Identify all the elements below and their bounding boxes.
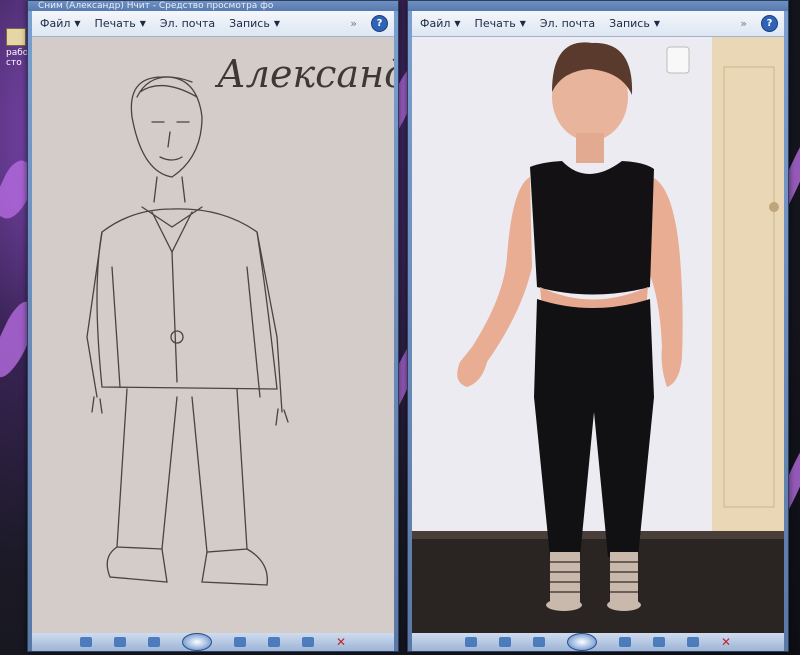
slideshow-icon[interactable]	[566, 633, 597, 651]
previous-icon[interactable]	[532, 637, 545, 647]
close-icon[interactable]: ✕	[721, 635, 731, 649]
menu-file-label: Файл	[40, 17, 71, 30]
menu-burn[interactable]: Запись ▼	[609, 17, 660, 30]
chevron-more-icon[interactable]: »	[350, 17, 357, 30]
rotate-left-icon[interactable]	[652, 637, 665, 647]
menu-file[interactable]: Файл ▼	[40, 17, 81, 30]
desktop-icon-label: рабо сто	[6, 48, 29, 68]
menu-bar: Файл ▼ Печать ▼ Эл. почта Запись ▼ » ?	[412, 11, 784, 37]
rotate-left-icon[interactable]	[267, 637, 280, 647]
chevron-more-icon[interactable]: »	[740, 17, 747, 30]
help-icon[interactable]: ?	[371, 15, 388, 32]
dropdown-caret-icon: ▼	[653, 19, 660, 28]
pencil-drawing-image: Александ	[32, 37, 394, 633]
dropdown-caret-icon: ▼	[74, 19, 81, 28]
menu-print[interactable]: Печать ▼	[95, 17, 146, 30]
next-icon[interactable]	[233, 637, 246, 647]
menu-print-label: Печать	[94, 17, 136, 30]
window-title: Сним (Александр) Нчит - Средство просмот…	[28, 1, 398, 11]
fit-window-icon[interactable]	[498, 637, 511, 647]
menu-bar: Файл ▼ Печать ▼ Эл. почта Запись ▼ » ?	[32, 11, 394, 37]
zoom-icon[interactable]	[464, 637, 477, 647]
viewer-toolbar: ✕	[32, 633, 394, 651]
menu-email-label: Эл. почта	[159, 17, 216, 30]
fit-window-icon[interactable]	[113, 637, 126, 647]
menu-file[interactable]: Файл ▼	[420, 17, 461, 30]
photo-viewer-window-right: Файл ▼ Печать ▼ Эл. почта Запись ▼ » ? ✕	[407, 0, 789, 652]
photo-woman-image	[412, 37, 784, 633]
menu-email[interactable]: Эл. почта	[160, 17, 215, 30]
previous-icon[interactable]	[147, 637, 160, 647]
slideshow-icon[interactable]	[181, 633, 212, 651]
drawing-signature: Александ	[214, 52, 394, 96]
image-viewport	[412, 37, 784, 633]
dropdown-caret-icon: ▼	[139, 19, 146, 28]
menu-email-label: Эл. почта	[539, 17, 596, 30]
folder-icon	[6, 28, 26, 46]
menu-burn-label: Запись	[229, 17, 270, 30]
next-icon[interactable]	[618, 637, 631, 647]
menu-file-label: Файл	[420, 17, 451, 30]
photo-viewer-window-left: Сним (Александр) Нчит - Средство просмот…	[27, 0, 399, 652]
menu-email[interactable]: Эл. почта	[540, 17, 595, 30]
window-title-bar	[408, 1, 788, 11]
dropdown-caret-icon: ▼	[519, 19, 526, 28]
menu-burn-label: Запись	[609, 17, 650, 30]
menu-burn[interactable]: Запись ▼	[229, 17, 280, 30]
dropdown-caret-icon: ▼	[454, 19, 461, 28]
help-icon[interactable]: ?	[761, 15, 778, 32]
dropdown-caret-icon: ▼	[273, 19, 280, 28]
rotate-right-icon[interactable]	[686, 637, 699, 647]
close-icon[interactable]: ✕	[336, 635, 346, 649]
menu-print[interactable]: Печать ▼	[475, 17, 526, 30]
menu-print-label: Печать	[474, 17, 516, 30]
rotate-right-icon[interactable]	[301, 637, 314, 647]
viewer-toolbar: ✕	[412, 633, 784, 651]
image-viewport: Александ	[32, 37, 394, 633]
zoom-icon[interactable]	[79, 637, 92, 647]
